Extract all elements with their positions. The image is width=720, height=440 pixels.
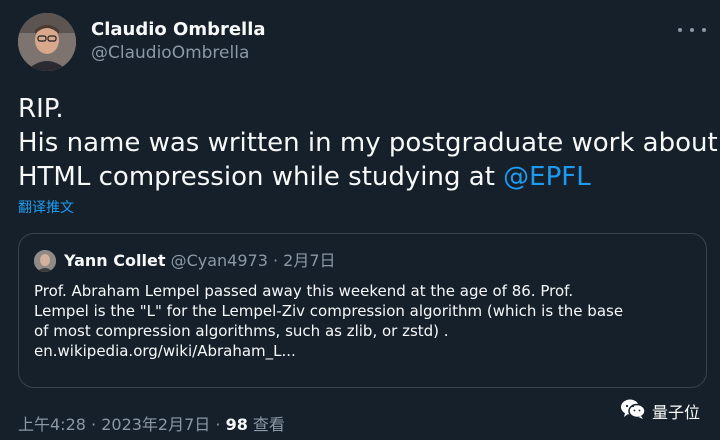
tweet-line: RIP. — [18, 94, 64, 124]
watermark-text: 量子位 — [651, 403, 700, 422]
quoted-line: Lempel is the "L" for the Lempel-Ziv com… — [34, 302, 624, 320]
quoted-avatar[interactable] — [34, 250, 56, 272]
quoted-author-name[interactable]: Yann Collet — [64, 251, 165, 270]
tweet-time[interactable]: 上午4:28 — [18, 415, 86, 434]
quoted-line: of most compression algorithms, such as … — [34, 322, 449, 340]
meta-separator: · — [85, 415, 102, 434]
quoted-line: Prof. Abraham Lempel passed away this we… — [34, 282, 574, 300]
tweet-line: His name was written in my postgraduate … — [18, 128, 718, 158]
tweet-metadata: 上午4:28 · 2023年2月7日 · 98 查看 — [18, 411, 285, 435]
meta-separator: · — [267, 251, 284, 270]
quoted-header: Yann Collet @Cyan4973 · 2月7日 — [64, 250, 336, 272]
watermark: 量子位 — [620, 398, 700, 424]
quoted-tweet[interactable]: Yann Collet @Cyan4973 · 2月7日 Prof. Abrah… — [18, 233, 707, 388]
tweet-line-text: HTML compression while studying at — [18, 162, 504, 192]
tweet-text: RIP. His name was written in my postgrad… — [18, 92, 718, 194]
quoted-author-handle[interactable]: @Cyan4973 — [171, 251, 268, 270]
meta-separator: · — [210, 415, 226, 434]
mention-link[interactable]: @EPFL — [503, 162, 591, 192]
views-count: 98 — [225, 415, 248, 434]
wechat-icon — [620, 398, 646, 424]
quoted-text: Prof. Abraham Lempel passed away this we… — [34, 281, 699, 361]
quoted-link[interactable]: en.wikipedia.org/wiki/Abraham_L... — [34, 341, 699, 361]
tweet-line: HTML compression while studying at @EPFL — [18, 160, 708, 194]
avatar[interactable] — [18, 13, 76, 71]
views-label: 查看 — [247, 415, 285, 434]
author-name[interactable]: Claudio Ombrella — [91, 19, 266, 40]
translate-link[interactable]: 翻译推文 — [18, 197, 74, 217]
author-handle[interactable]: @ClaudioOmbrella — [91, 43, 249, 63]
tweet: Claudio Ombrella @ClaudioOmbrella RIP. H… — [0, 0, 720, 440]
quoted-date[interactable]: 2月7日 — [283, 251, 335, 270]
more-options-icon[interactable] — [678, 20, 706, 40]
tweet-date[interactable]: 2023年2月7日 — [101, 415, 210, 434]
